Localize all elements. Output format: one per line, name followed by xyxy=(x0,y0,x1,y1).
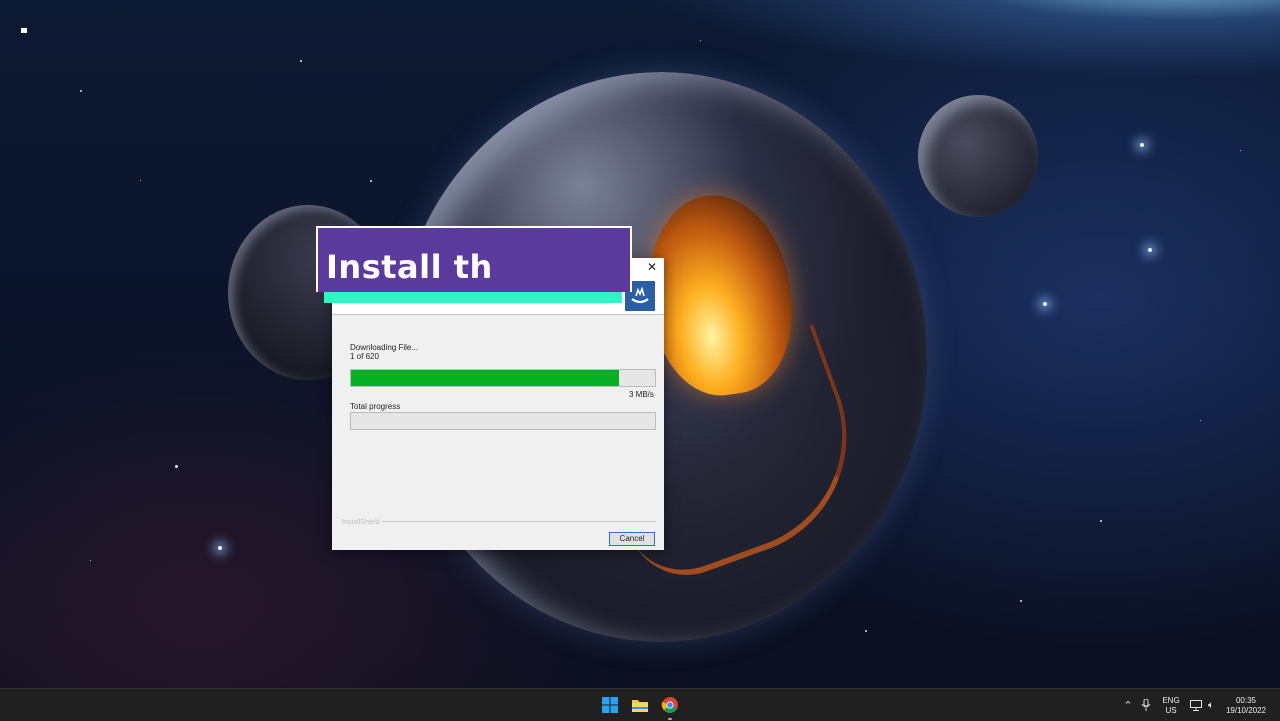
chevron-up-icon[interactable]: ⌃ xyxy=(1118,695,1138,715)
star xyxy=(700,40,701,41)
star xyxy=(1020,600,1022,602)
star xyxy=(140,180,141,181)
star xyxy=(1200,420,1201,421)
date-label: 19/10/2022 xyxy=(1225,706,1267,715)
cursor-mark xyxy=(21,28,27,33)
star xyxy=(90,560,91,561)
star xyxy=(865,630,867,632)
star xyxy=(300,60,302,62)
star xyxy=(1140,143,1144,147)
divider xyxy=(332,314,664,315)
star xyxy=(370,180,372,182)
taskbar: ⌃ ENG US 🔈︎ 00:35 19/10/2022 xyxy=(0,688,1280,721)
microphone-icon[interactable] xyxy=(1136,695,1156,715)
status-label: Downloading File... xyxy=(350,343,419,352)
title-banner: Install th xyxy=(316,226,632,292)
time-label: 00:35 xyxy=(1235,696,1257,705)
file-progress-fill xyxy=(351,370,619,386)
moon xyxy=(918,95,1038,217)
file-progress-bar xyxy=(350,369,656,387)
banner-accent-bar xyxy=(324,292,622,303)
star xyxy=(1240,150,1241,151)
speed-label: 3 MB/s xyxy=(629,390,654,399)
file-explorer-icon[interactable] xyxy=(630,695,650,715)
star xyxy=(80,90,82,92)
volume-icon[interactable]: 🔈︎ xyxy=(1201,695,1221,715)
file-count-label: 1 of 620 xyxy=(350,352,379,361)
star xyxy=(1148,248,1152,252)
cancel-button[interactable]: Cancel xyxy=(609,532,655,546)
star xyxy=(1043,302,1047,306)
brand-label: InstallShield xyxy=(342,519,380,526)
total-progress-label: Total progress xyxy=(350,402,401,411)
star xyxy=(218,546,222,550)
language-indicator[interactable]: ENG US xyxy=(1158,696,1184,716)
chrome-icon[interactable] xyxy=(660,695,680,715)
star xyxy=(175,465,178,468)
close-button[interactable]: ✕ xyxy=(644,260,660,274)
language-label: ENG xyxy=(1162,696,1180,705)
clock[interactable]: 00:35 19/10/2022 xyxy=(1222,696,1270,716)
total-progress-bar xyxy=(350,412,656,430)
region-label: US xyxy=(1165,706,1177,715)
banner-title: Install th xyxy=(326,248,493,286)
divider xyxy=(382,521,656,522)
star xyxy=(1100,520,1102,522)
windows-start-icon[interactable] xyxy=(600,695,620,715)
